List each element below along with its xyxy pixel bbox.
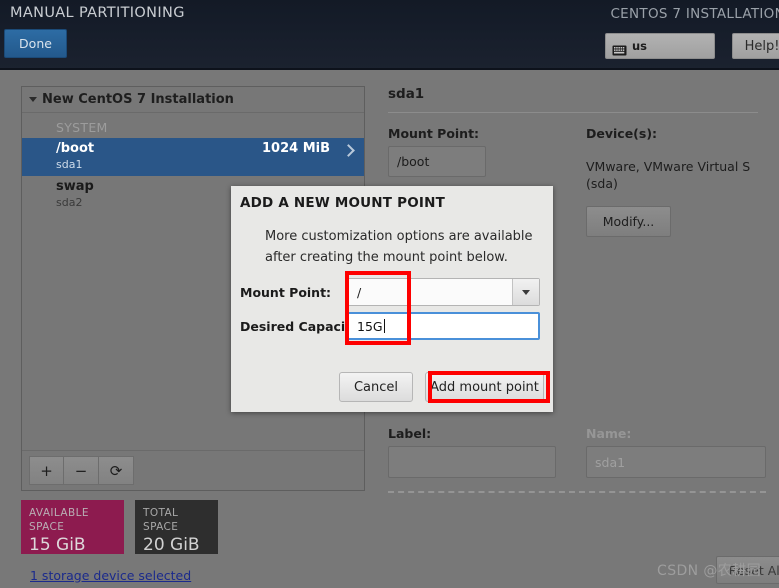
partition-size: 1024 MiB — [261, 141, 330, 156]
available-space-value: 15 GiB — [29, 535, 86, 555]
detail-mount-point-value: /boot — [397, 154, 430, 169]
minus-icon: − — [74, 461, 88, 480]
dialog-capacity-value: 15G — [357, 318, 383, 334]
installer-screen: MANUAL PARTITIONING CENTOS 7 INSTALLATIO… — [0, 0, 779, 588]
detail-divider — [388, 112, 758, 113]
total-space-box: TOTAL SPACE 20 GiB — [135, 500, 218, 555]
detail-name-value: sda1 — [595, 454, 626, 470]
dialog-capacity-label: Desired Capacity: — [240, 319, 365, 334]
keyboard-layout-indicator[interactable]: us — [605, 33, 715, 59]
available-space-box: AVAILABLE SPACE 15 GiB — [21, 500, 124, 555]
chevron-down-icon — [29, 97, 37, 102]
detail-name-label: Name: — [586, 426, 632, 441]
installer-title: CENTOS 7 INSTALLATION — [610, 6, 779, 22]
remove-mount-point-button[interactable]: − — [64, 456, 99, 485]
modify-button-label: Modify... — [602, 214, 655, 229]
cancel-button-label: Cancel — [353, 379, 399, 395]
chevron-down-icon — [522, 289, 530, 295]
refresh-button[interactable]: ⟳ — [99, 456, 134, 485]
available-space-caption: AVAILABLE SPACE — [29, 507, 89, 533]
text-cursor — [383, 319, 385, 333]
add-mount-point-label: Add mount point — [430, 379, 539, 395]
installation-tree-header[interactable]: New CentOS 7 Installation — [22, 87, 364, 113]
dialog-description: More customization options are available… — [265, 229, 533, 265]
watermark: CSDN @农耕园 — [657, 563, 761, 579]
detail-devices-value: VMware, VMware Virtual S (sda) — [586, 159, 751, 191]
total-space-caption: TOTAL SPACE — [143, 507, 179, 533]
cancel-button[interactable]: Cancel — [339, 372, 413, 402]
partition-detail-panel: sda1 — [388, 86, 779, 113]
help-button[interactable]: Help! — [732, 33, 779, 59]
add-mount-point-confirm-button[interactable]: Add mount point — [425, 372, 544, 402]
done-button-label: Done — [19, 36, 52, 51]
detail-label-field[interactable] — [388, 446, 556, 478]
add-mount-point-dialog: ADD A NEW MOUNT POINT More customization… — [231, 186, 553, 412]
dialog-title: ADD A NEW MOUNT POINT — [240, 195, 445, 211]
detail-devices-label: Device(s): — [586, 126, 658, 141]
detail-bottom-divider — [388, 491, 766, 493]
detail-mount-point-field[interactable]: /boot — [388, 146, 486, 177]
refresh-icon: ⟳ — [109, 461, 123, 480]
installation-tree-label: New CentOS 7 Installation — [42, 92, 234, 107]
partition-row-boot[interactable]: /boot sda1 1024 MiB — [22, 138, 364, 176]
partition-toolbar: + − ⟳ — [22, 450, 364, 490]
modify-devices-button[interactable]: Modify... — [586, 206, 671, 237]
storage-device-link[interactable]: 1 storage device selected — [30, 568, 191, 583]
dialog-mount-point-combo[interactable]: / — [347, 278, 540, 306]
help-button-label: Help! — [744, 38, 779, 54]
selected-partition-title: sda1 — [388, 86, 425, 102]
detail-name-field: sda1 — [586, 446, 766, 478]
app-header: MANUAL PARTITIONING CENTOS 7 INSTALLATIO… — [0, 0, 779, 70]
plus-icon: + — [40, 461, 53, 480]
total-space-value: 20 GiB — [143, 535, 200, 555]
keyboard-layout-label: us — [632, 39, 648, 53]
dialog-capacity-input[interactable]: 15G — [347, 312, 540, 340]
add-mount-point-button[interactable]: + — [29, 456, 64, 485]
dropdown-toggle[interactable] — [512, 279, 539, 305]
page-title: MANUAL PARTITIONING — [10, 5, 185, 21]
dialog-mount-point-value: / — [357, 284, 362, 300]
detail-label-label: Label: — [388, 426, 432, 441]
group-label-system: SYSTEM — [56, 120, 108, 135]
done-button[interactable]: Done — [4, 29, 67, 58]
keyboard-icon — [612, 41, 627, 55]
dialog-mount-point-label: Mount Point: — [240, 285, 332, 300]
partition-device: sda1 — [56, 158, 83, 171]
detail-mount-point-label: Mount Point: — [388, 126, 480, 141]
